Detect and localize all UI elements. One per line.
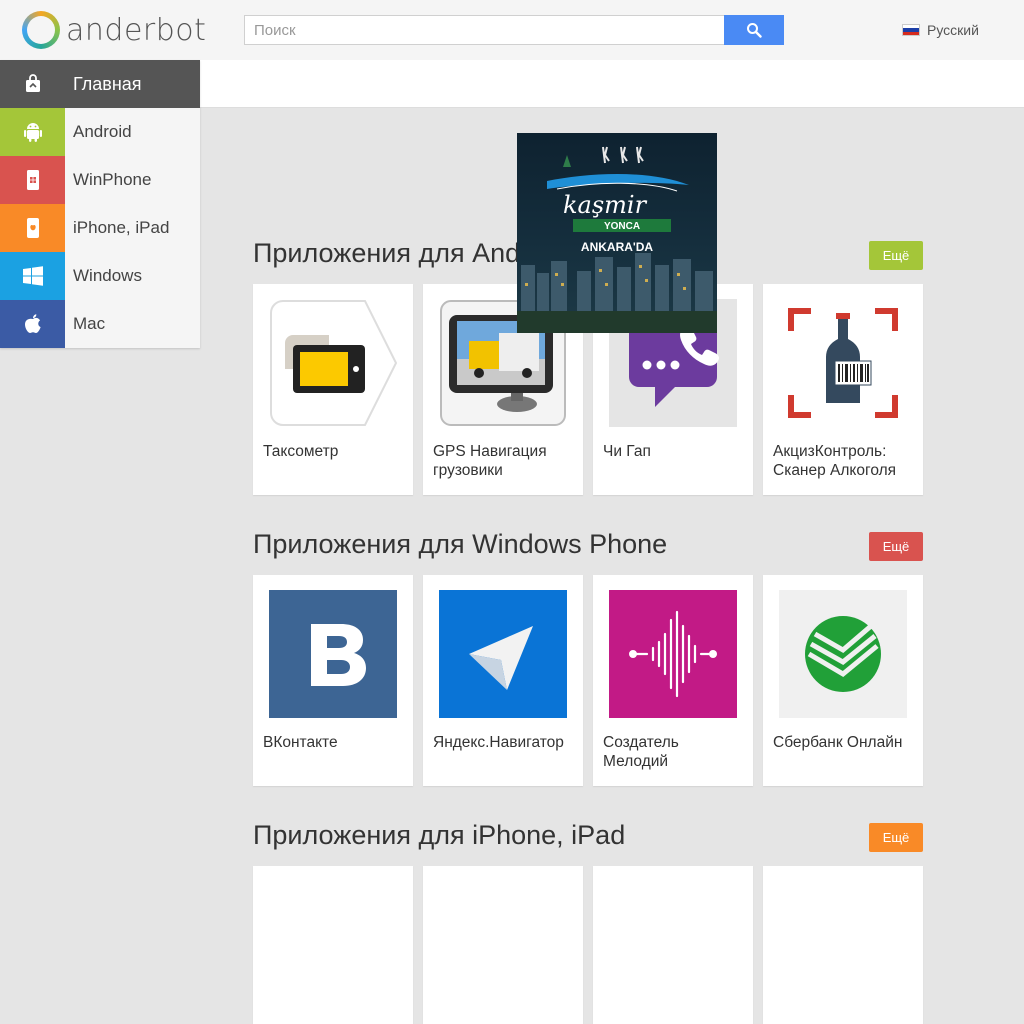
app-card[interactable]: Сбербанк Онлайн <box>763 575 923 786</box>
sidebar-item-label: WinPhone <box>73 170 152 189</box>
sidebar-item-label: iPhone, iPad <box>73 218 170 237</box>
app-card[interactable]: Таксометр <box>253 284 413 495</box>
sidebar-item-mac[interactable]: Mac <box>0 300 200 348</box>
advertisement-banner[interactable]: kaşmir YONCA ANKARA'DA <box>517 133 717 333</box>
app-name: АкцизКонтроль: Сканер Алкоголя <box>773 443 897 479</box>
windows-icon <box>0 252 65 300</box>
ad-city: ANKARA'DA <box>581 240 654 254</box>
app-name: Сбербанк Онлайн <box>773 734 903 751</box>
sidebar-item-android[interactable]: Android <box>0 108 200 156</box>
iphone-icon <box>0 204 65 252</box>
sidebar-item-home[interactable]: Главная <box>0 60 200 108</box>
taximeter-icon <box>269 299 397 427</box>
sidebar-item-label: Mac <box>73 314 106 333</box>
search-icon <box>747 23 762 38</box>
app-card-loading[interactable] <box>593 866 753 1024</box>
logo-ring-icon <box>22 11 60 49</box>
sidebar-item-iphone[interactable]: iPhone, iPad <box>0 204 200 252</box>
sidebar: Главная Android WinPhone iPhone, iPad Wi… <box>0 60 200 348</box>
bottle-scanner-icon <box>779 299 907 427</box>
more-button-winphone[interactable]: Ещё <box>869 532 923 561</box>
app-card[interactable]: Яндекс.Навигатор <box>423 575 583 786</box>
search-bar <box>244 15 784 45</box>
app-name: GPS Навигация грузовики <box>433 443 547 479</box>
app-card[interactable]: АкцизКонтроль: Сканер Алкоголя <box>763 284 923 495</box>
city-skyline-illustration: kaşmir YONCA ANKARA'DA <box>517 146 717 333</box>
top-banner-bar <box>200 60 1024 108</box>
shopping-bag-icon <box>0 60 65 108</box>
search-input[interactable] <box>244 15 724 45</box>
app-card[interactable]: ВКонтакте <box>253 575 413 786</box>
app-name: ВКонтакте <box>263 734 338 751</box>
sidebar-item-windows[interactable]: Windows <box>0 252 200 300</box>
melody-wave-icon <box>609 590 737 718</box>
language-label: Русский <box>927 22 979 38</box>
app-name: Яндекс.Навигатор <box>433 734 564 751</box>
sberbank-icon <box>779 590 907 718</box>
logo-text: anderbot <box>66 12 207 48</box>
navigator-arrow-icon <box>439 590 567 718</box>
section-title-iphone: Приложения для iPhone, iPad <box>253 820 626 850</box>
more-button-android[interactable]: Ещё <box>869 241 923 270</box>
android-icon <box>0 108 65 156</box>
search-button[interactable] <box>724 15 784 45</box>
app-card-loading[interactable] <box>763 866 923 1024</box>
ad-brand: kaşmir <box>563 191 648 219</box>
ad-sub: YONCA <box>604 221 640 232</box>
app-card-loading[interactable] <box>423 866 583 1024</box>
sidebar-item-label: Windows <box>73 266 142 285</box>
header: anderbot Русский <box>0 0 1024 60</box>
site-logo[interactable]: anderbot <box>22 10 206 50</box>
language-selector[interactable]: Русский <box>902 22 979 38</box>
sidebar-item-label: Главная <box>73 73 142 94</box>
sidebar-item-label: Android <box>73 122 132 141</box>
app-card-loading[interactable] <box>253 866 413 1024</box>
app-name: Таксометр <box>263 443 339 460</box>
sidebar-item-winphone[interactable]: WinPhone <box>0 156 200 204</box>
app-card[interactable]: Создатель Мелодий <box>593 575 753 786</box>
russia-flag-icon <box>902 24 920 36</box>
section-title-winphone: Приложения для Windows Phone <box>253 529 668 559</box>
apple-icon <box>0 300 65 348</box>
app-name: Создатель Мелодий <box>603 734 679 770</box>
more-button-iphone[interactable]: Ещё <box>869 823 923 852</box>
winphone-icon <box>0 156 65 204</box>
vk-icon <box>269 590 397 718</box>
app-name: Чи Гап <box>603 443 651 460</box>
